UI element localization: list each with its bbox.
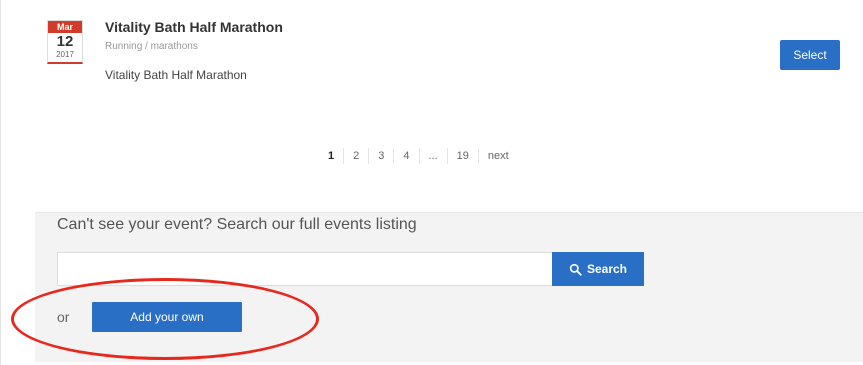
event-row: Mar 12 2017 Vitality Bath Half Marathon … [1,0,863,110]
pagination: 1 2 3 4 ... 19 next [319,146,518,166]
event-category: Running / marathons [105,41,198,52]
search-prompt: Can't see your event? Search our full ev… [57,216,417,233]
events-panel: Mar 12 2017 Vitality Bath Half Marathon … [0,0,863,365]
page-link-1[interactable]: 1 [319,148,343,164]
event-month: Mar [48,21,82,33]
page-link-4[interactable]: 4 [393,148,418,164]
calendar-date-icon: Mar 12 2017 [47,20,83,64]
next-page-link[interactable]: next [477,148,518,164]
event-day: 12 [56,33,74,50]
page-ellipsis: ... [418,148,447,164]
search-button-label: Search [586,262,628,276]
page-link-2[interactable]: 2 [343,148,368,164]
search-button[interactable]: Search [552,252,644,286]
search-icon [569,263,582,276]
event-title: Vitality Bath Half Marathon [105,19,283,35]
event-year: 2017 [56,50,74,59]
page-link-19[interactable]: 19 [446,148,478,164]
event-name: Vitality Bath Half Marathon [105,68,247,82]
select-button[interactable]: Select [780,40,840,70]
page-link-3[interactable]: 3 [368,148,393,164]
highlight-ellipse [11,278,319,360]
